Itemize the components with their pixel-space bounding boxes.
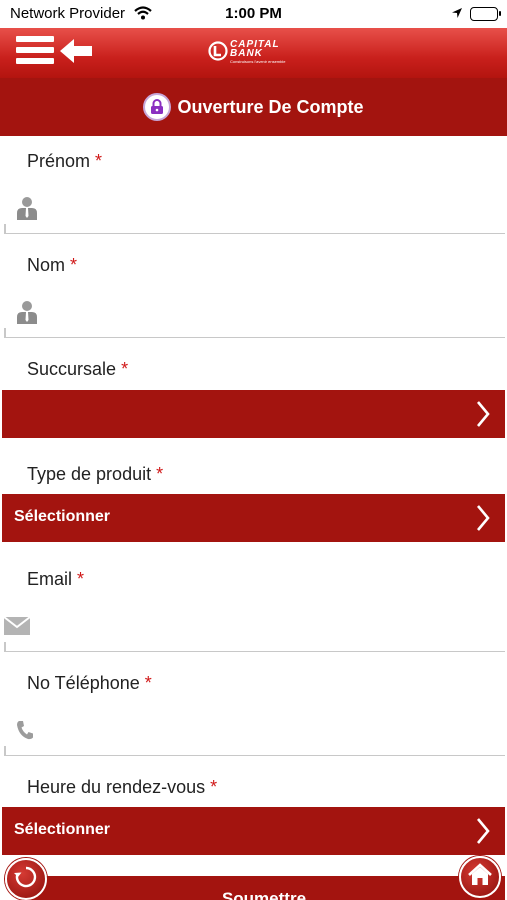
lock-icon <box>143 93 172 121</box>
email-input[interactable] <box>3 602 505 652</box>
branch-select[interactable] <box>2 390 505 438</box>
app-header: CAPITAL BANK Construisons l'avenir ensem… <box>0 28 507 78</box>
first-name-label: Prénom * <box>27 151 102 172</box>
status-time: 1:00 PM <box>225 5 282 22</box>
capital-bank-logo: CAPITAL BANK Construisons l'avenir ensem… <box>208 40 304 66</box>
last-name-label-text: Nom <box>27 255 66 275</box>
branch-label: Succursale * <box>27 359 128 380</box>
required-marker: * <box>70 255 78 275</box>
envelope-icon <box>3 616 31 641</box>
required-marker: * <box>156 464 164 484</box>
appointment-time-label-text: Heure du rendez-vous <box>27 777 206 797</box>
required-marker: * <box>95 151 103 171</box>
home-icon <box>467 862 493 892</box>
person-icon <box>16 300 38 329</box>
status-bar: Network Provider 1:00 PM <box>0 0 507 28</box>
appointment-time-select[interactable]: Sélectionner <box>2 807 505 855</box>
logo-tagline: Construisons l'avenir ensemble <box>230 59 286 64</box>
hamburger-menu-icon[interactable] <box>16 36 54 68</box>
phone-input[interactable] <box>4 706 505 756</box>
chevron-right-icon <box>475 817 491 850</box>
required-marker: * <box>144 673 152 693</box>
required-marker: * <box>77 569 85 589</box>
last-name-label: Nom * <box>27 255 77 276</box>
chevron-right-icon <box>475 504 491 537</box>
first-name-label-text: Prénom <box>27 151 91 171</box>
product-type-label-text: Type de produit <box>27 464 152 484</box>
phone-label: No Téléphone * <box>27 673 152 694</box>
home-button[interactable] <box>459 856 501 898</box>
person-icon <box>16 196 38 225</box>
submit-button[interactable]: Soumettre <box>23 876 505 900</box>
appointment-time-label: Heure du rendez-vous * <box>27 777 217 798</box>
chevron-right-icon <box>475 400 491 433</box>
required-marker: * <box>210 777 218 797</box>
product-type-label: Type de produit * <box>27 464 163 485</box>
page-title-bar: Ouverture De Compte <box>0 78 507 136</box>
last-name-input[interactable] <box>4 288 505 338</box>
page-title: Ouverture De Compte <box>177 96 364 117</box>
battery-icon <box>470 7 501 21</box>
required-marker: * <box>121 359 129 379</box>
appointment-time-selected-value: Sélectionner <box>14 821 111 838</box>
refresh-icon <box>13 864 39 895</box>
first-name-input[interactable] <box>4 184 505 234</box>
location-arrow-icon <box>451 6 463 23</box>
product-type-selected-value: Sélectionner <box>14 508 111 525</box>
email-label-text: Email <box>27 569 73 589</box>
logo-text: CAPITAL BANK <box>230 39 280 59</box>
branch-label-text: Succursale <box>27 359 117 379</box>
phone-label-text: No Téléphone <box>27 673 140 693</box>
phone-icon <box>16 720 34 745</box>
email-label: Email * <box>27 569 84 590</box>
back-arrow-icon[interactable] <box>58 38 94 69</box>
submit-button-label: Soumettre <box>221 889 307 900</box>
refresh-button[interactable] <box>5 858 47 900</box>
product-type-select[interactable]: Sélectionner <box>2 494 505 542</box>
